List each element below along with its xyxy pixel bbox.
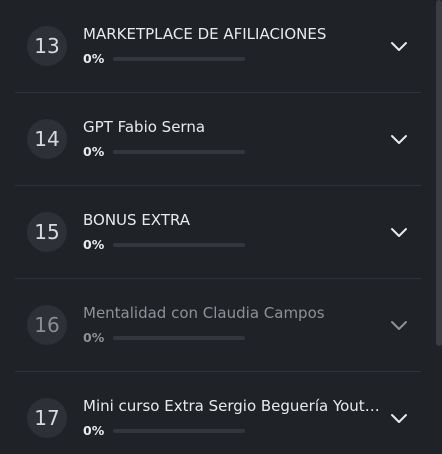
- module-progress-bar: [113, 150, 245, 154]
- module-title: Mini curso Extra Sergio Beguería Youtube: [83, 397, 383, 415]
- module-progress-percent: 0%: [83, 423, 105, 438]
- module-progress-bar: [113, 429, 245, 433]
- module-item-15[interactable]: 15 BONUS EXTRA 0%: [15, 186, 421, 279]
- module-item-13[interactable]: 13 MARKETPLACE DE AFILIACIONES 0%: [15, 0, 421, 93]
- module-number-badge: 17: [27, 398, 67, 438]
- module-title: Mentalidad con Claudia Campos: [83, 304, 325, 322]
- module-number-badge: 14: [27, 119, 67, 159]
- module-item-14[interactable]: 14 GPT Fabio Serna 0%: [15, 93, 421, 186]
- scrollbar-thumb[interactable]: [436, 0, 442, 346]
- module-progress-bar: [113, 57, 245, 61]
- module-number-badge: 15: [27, 212, 67, 252]
- module-title: GPT Fabio Serna: [83, 118, 206, 136]
- module-progress-percent: 0%: [83, 330, 105, 345]
- module-item-16[interactable]: 16 Mentalidad con Claudia Campos 0%: [15, 279, 421, 372]
- module-progress-bar: [113, 243, 245, 247]
- module-progress-bar: [113, 336, 245, 340]
- chevron-down-icon[interactable]: [389, 318, 409, 332]
- module-progress-percent: 0%: [83, 237, 105, 252]
- module-list: 13 MARKETPLACE DE AFILIACIONES 0% 14 GPT…: [15, 0, 421, 454]
- module-title: BONUS EXTRA: [83, 211, 191, 229]
- module-progress-percent: 0%: [83, 51, 105, 66]
- module-number-badge: 13: [27, 26, 67, 66]
- chevron-down-icon[interactable]: [389, 411, 409, 425]
- chevron-down-icon[interactable]: [389, 132, 409, 146]
- module-number-badge: 16: [27, 305, 67, 345]
- course-modules-panel: 13 MARKETPLACE DE AFILIACIONES 0% 14 GPT…: [0, 0, 442, 454]
- module-item-17[interactable]: 17 Mini curso Extra Sergio Beguería Yout…: [15, 372, 421, 454]
- chevron-down-icon[interactable]: [389, 225, 409, 239]
- chevron-down-icon[interactable]: [389, 39, 409, 53]
- module-progress-percent: 0%: [83, 144, 105, 159]
- module-title: MARKETPLACE DE AFILIACIONES: [83, 25, 327, 43]
